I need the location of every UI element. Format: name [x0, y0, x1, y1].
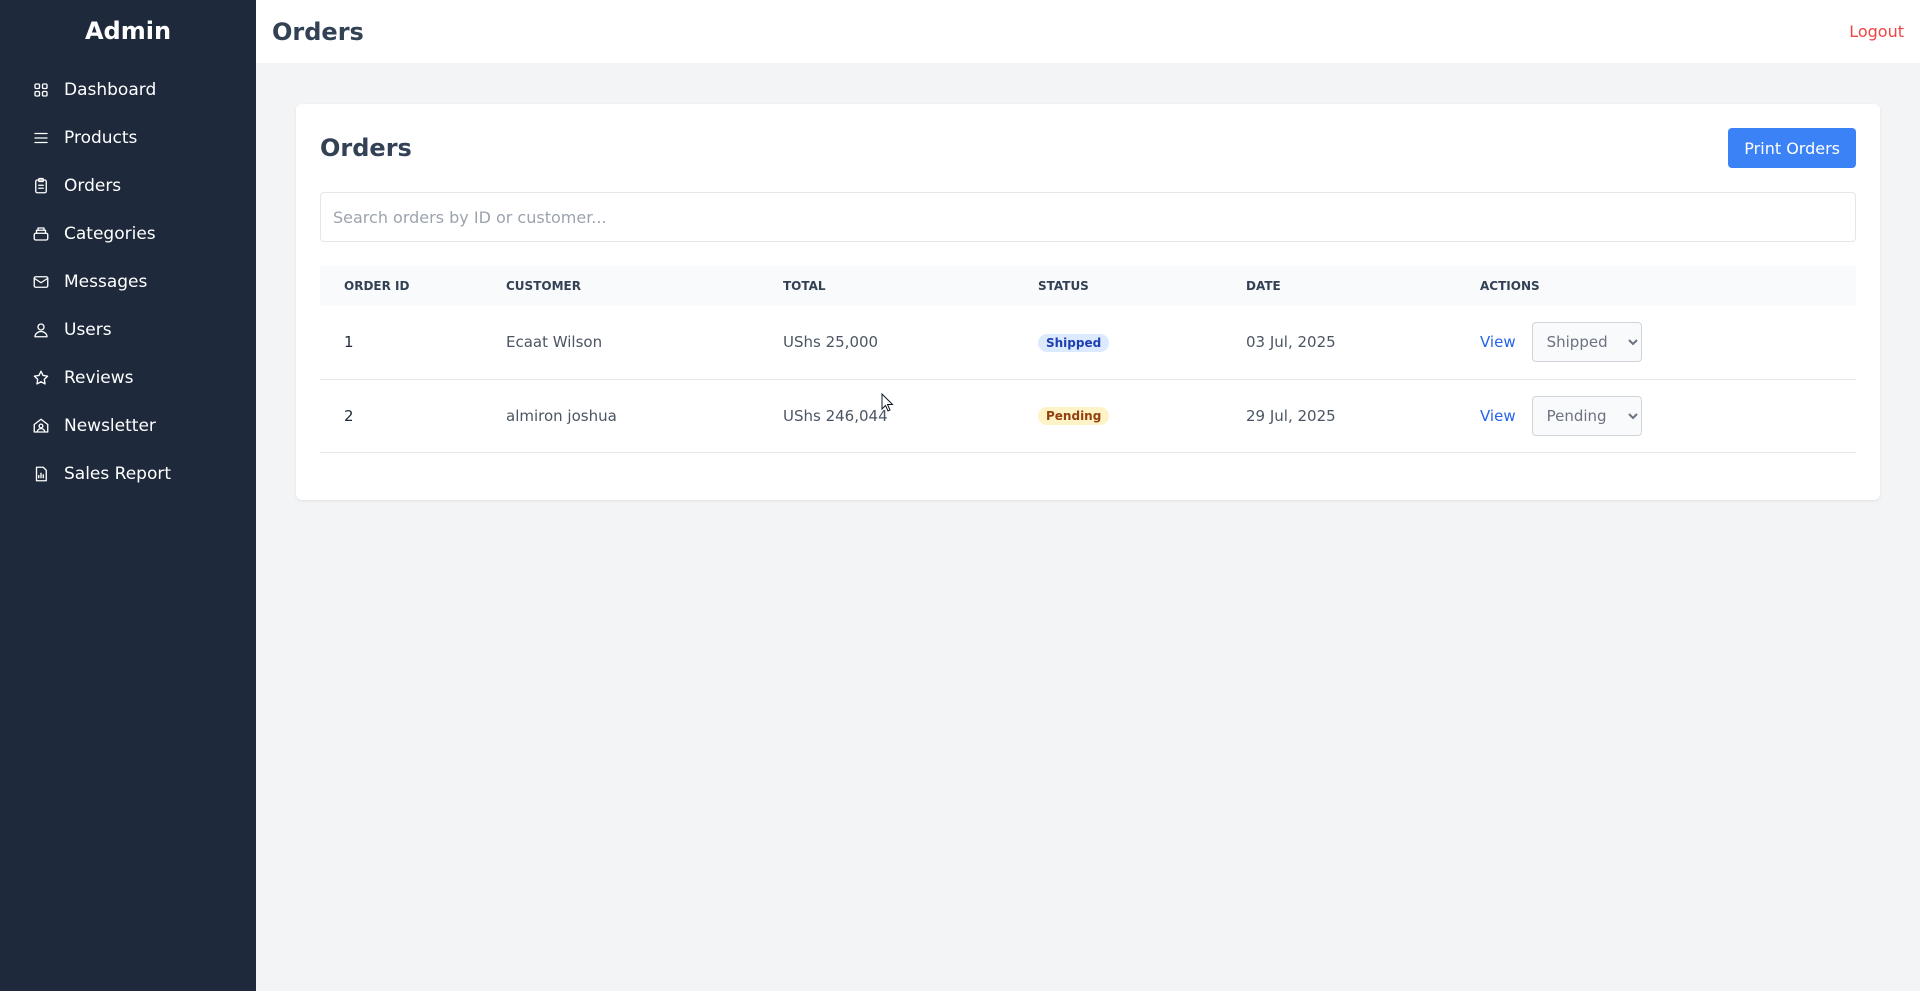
status-badge: Shipped	[1038, 333, 1110, 352]
status-badge: Pending	[1038, 407, 1110, 425]
star-icon	[32, 369, 50, 387]
column-header-status: Status	[1038, 279, 1089, 293]
sidebar-item-label: Sales Report	[64, 464, 172, 484]
newsletter-icon	[32, 417, 50, 435]
sidebar-item-users[interactable]: Users	[0, 306, 256, 354]
column-header-actions: Actions	[1480, 279, 1540, 293]
report-icon	[32, 465, 50, 483]
sidebar-item-label: Newsletter	[64, 416, 156, 436]
card-header: Orders Print Orders	[320, 128, 1856, 168]
orders-card: Orders Print Orders Order ID Customer To…	[296, 104, 1880, 500]
sidebar-item-categories[interactable]: Categories	[0, 210, 256, 258]
card-title: Orders	[320, 134, 412, 162]
logout-link[interactable]: Logout	[1849, 22, 1904, 41]
grid-icon	[32, 81, 50, 99]
sidebar-item-newsletter[interactable]: Newsletter	[0, 402, 256, 450]
customer-cell: almiron joshua	[506, 406, 617, 425]
order-id-cell: 2	[344, 406, 354, 425]
table-header-row: Order ID Customer Total Status Date Acti…	[320, 266, 1856, 306]
row-actions: View Pending	[1480, 395, 1856, 436]
table-row: 1 Ecaat Wilson UShs 25,000 Shipped 03 Ju…	[320, 306, 1856, 379]
order-id-cell: 1	[344, 333, 354, 352]
mouse-cursor-icon	[881, 393, 894, 412]
row-actions: View Shipped	[1480, 322, 1856, 363]
sidebar-nav: Dashboard Products Orders Categories Mes…	[0, 62, 256, 498]
column-header-total: Total	[783, 279, 826, 293]
sidebar-item-label: Categories	[64, 224, 156, 244]
total-cell: UShs 25,000	[783, 333, 879, 352]
status-select[interactable]: Shipped	[1531, 322, 1642, 363]
table-row: 2 almiron joshua UShs 246,044 Pending 29…	[320, 379, 1856, 452]
sidebar-item-label: Users	[64, 320, 112, 340]
clipboard-icon	[32, 177, 50, 195]
status-cell: Pending	[1038, 379, 1246, 452]
user-icon	[32, 321, 50, 339]
actions-cell: View Pending	[1480, 379, 1856, 452]
date-cell: 29 Jul, 2025	[1246, 406, 1336, 425]
status-cell: Shipped	[1038, 306, 1246, 379]
sidebar-item-messages[interactable]: Messages	[0, 258, 256, 306]
total-cell: UShs 246,044	[783, 406, 888, 425]
table-header: Order ID Customer Total Status Date Acti…	[320, 266, 1856, 306]
sidebar-item-label: Messages	[64, 272, 148, 292]
sidebar-item-label: Orders	[64, 176, 122, 196]
mail-icon	[32, 273, 50, 291]
search-input[interactable]	[320, 192, 1856, 242]
sidebar-item-label: Products	[64, 128, 138, 148]
column-header-order-id: Order ID	[344, 279, 410, 293]
customer-cell: Ecaat Wilson	[506, 333, 603, 352]
status-select[interactable]: Pending	[1531, 395, 1642, 436]
print-orders-button[interactable]: Print Orders	[1728, 128, 1856, 168]
brand-title: Admin	[84, 17, 172, 45]
actions-cell: View Shipped	[1480, 306, 1856, 379]
sidebar-item-orders[interactable]: Orders	[0, 162, 256, 210]
sidebar-item-label: Dashboard	[64, 80, 157, 100]
column-header-date: Date	[1246, 279, 1281, 293]
page-title: Orders	[272, 17, 364, 46]
view-order-link[interactable]: View	[1480, 333, 1516, 351]
box-icon	[32, 225, 50, 243]
menu-icon	[32, 129, 50, 147]
topbar: Orders Logout	[256, 0, 1920, 63]
column-header-customer: Customer	[506, 279, 581, 293]
sidebar-item-reviews[interactable]: Reviews	[0, 354, 256, 402]
sidebar-item-sales-report[interactable]: Sales Report	[0, 450, 256, 498]
view-order-link[interactable]: View	[1480, 407, 1516, 425]
sidebar-item-products[interactable]: Products	[0, 114, 256, 162]
sidebar-item-label: Reviews	[64, 368, 134, 388]
orders-table: Order ID Customer Total Status Date Acti…	[320, 266, 1856, 453]
sidebar: Admin Dashboard Products Orders Categori…	[0, 0, 256, 991]
date-cell: 03 Jul, 2025	[1246, 333, 1336, 352]
sidebar-item-dashboard[interactable]: Dashboard	[0, 66, 256, 114]
